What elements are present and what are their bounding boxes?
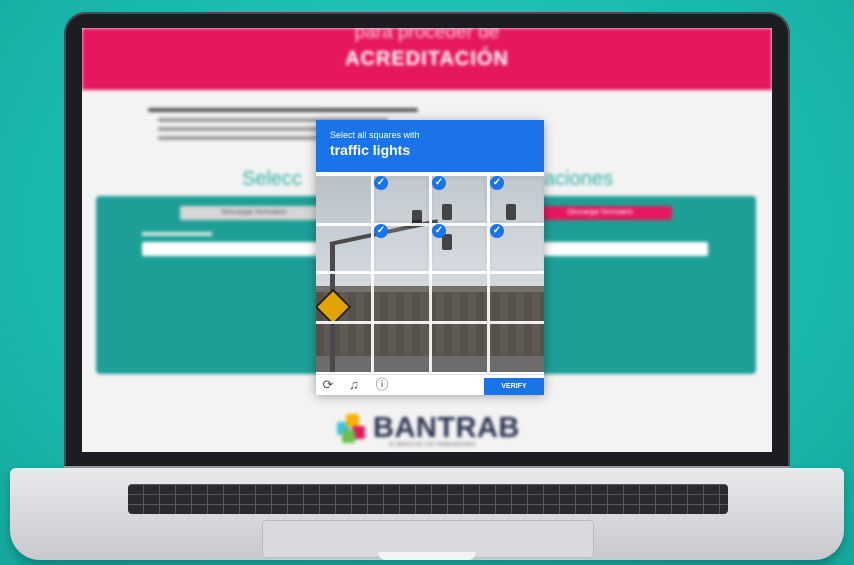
audio-icon[interactable]: ♫ [346,377,362,393]
laptop-notch [378,552,476,560]
captcha-footer: ⟳ ♫ ⓘ VERIFY [316,374,544,395]
captcha-instruction: Select all squares with [330,130,420,140]
field-label [142,232,212,236]
check-icon: ✓ [432,224,446,238]
verify-button[interactable]: VERIFY [484,378,544,395]
check-icon: ✓ [490,224,504,238]
logo-tagline: EL BANCO DE LOS TRABAJADORES [389,442,476,448]
captcha-header: Select all squares with traffic lights [316,120,544,172]
check-icon: ✓ [374,176,388,190]
image-grid[interactable]: ✓ ✓ ✓ ✓ ✓ ✓ [316,176,544,372]
section-heading-left: Selecc [242,168,303,190]
grid-divider [316,321,544,324]
recaptcha-dialog: Select all squares with traffic lights ✓… [316,120,544,395]
reload-icon[interactable]: ⟳ [320,377,336,393]
site-header: para proceder de ACREDITACIÓN [82,28,772,90]
page-title: ACREDITACIÓN [345,48,509,70]
check-icon: ✓ [490,176,504,190]
captcha-target: traffic lights [330,142,411,158]
grid-divider [316,223,544,226]
grid-divider [371,176,374,372]
keyboard [128,484,728,514]
logo-wordmark: BANTRAB [373,412,520,444]
grid-divider [429,176,432,372]
bantrab-logo: BANTRAB EL BANCO DE LOS TRABAJADORES [337,412,520,448]
download-form-button[interactable]: Descargar formulario [180,206,328,220]
info-icon[interactable]: ⓘ [374,377,390,393]
grid-divider [487,176,490,372]
check-icon: ✓ [374,224,388,238]
grid-divider [316,271,544,274]
section-heading-right: aciones [544,168,613,190]
instruction-text-line [148,108,418,112]
logo-mark-icon [337,413,367,444]
download-form-button-pink[interactable]: Descargar formulario [528,206,672,220]
header-subtitle: para proceder de [354,28,500,43]
check-icon: ✓ [432,176,446,190]
